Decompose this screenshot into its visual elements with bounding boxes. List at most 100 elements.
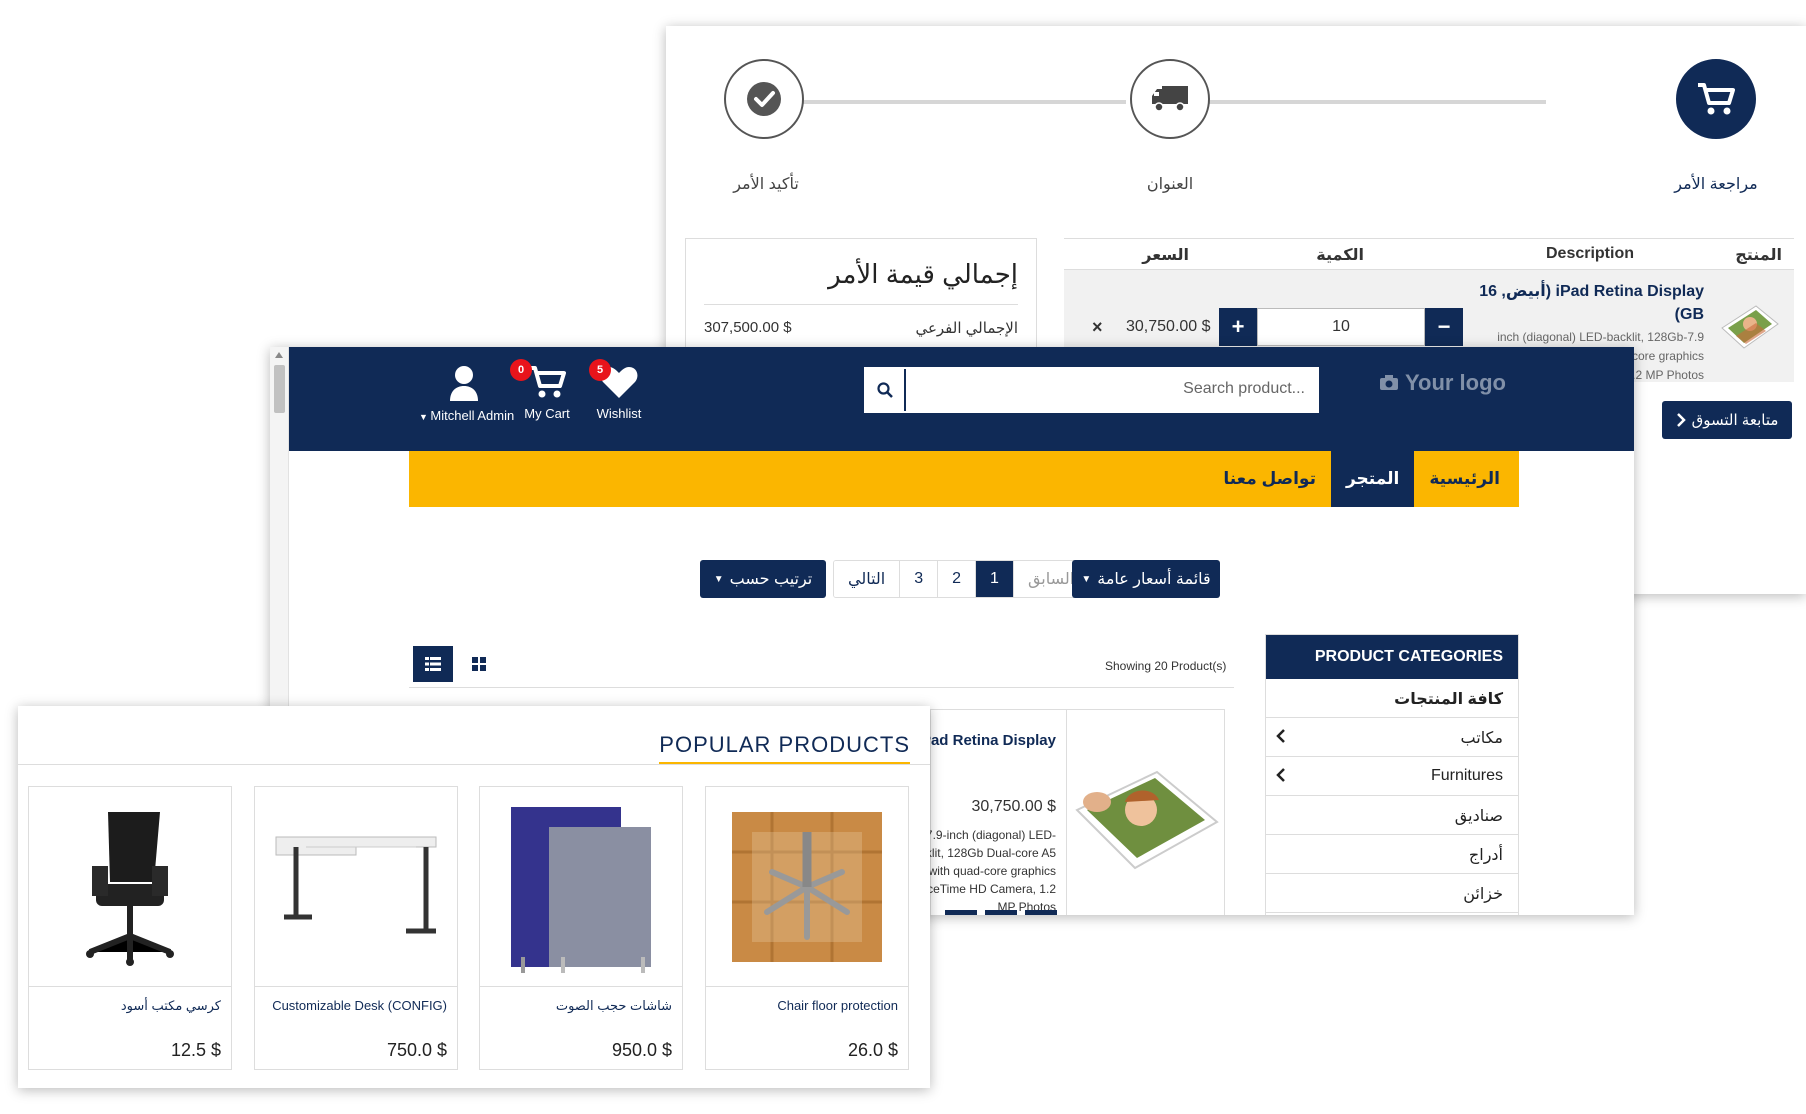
header-quantity: الكمية: [1316, 247, 1364, 264]
product-image[interactable]: [480, 787, 682, 987]
nav-shop[interactable]: المتجر: [1330, 451, 1415, 507]
remove-line-button[interactable]: ×: [1092, 317, 1103, 338]
step-address[interactable]: [1130, 59, 1210, 139]
pager-page-2[interactable]: 2: [937, 561, 976, 597]
popular-product-name[interactable]: Customizable Desk (CONFIG): [255, 987, 457, 1029]
product-card[interactable]: iPad Retina Display 30,750.00 $ 7.9-inch…: [907, 709, 1225, 915]
site-logo[interactable]: Your logo: [1379, 370, 1506, 396]
chevron-left-icon[interactable]: [1276, 767, 1286, 783]
category-item[interactable]: Furnitures: [1266, 757, 1518, 796]
pager-next[interactable]: التالي: [834, 561, 900, 597]
cart-icon: [529, 366, 566, 398]
pricelist-dropdown[interactable]: قائمة أسعار عامة ▼: [1072, 560, 1220, 598]
main-nav: الرئيسية المتجر تواصل معنا: [409, 451, 1519, 507]
wishlist-count-badge: 5: [589, 359, 611, 381]
scroll-up-arrow-icon[interactable]: [275, 352, 283, 358]
compare-button[interactable]: [945, 910, 977, 915]
step-address-label: العنوان: [1146, 176, 1194, 193]
cart-label: My Cart: [524, 406, 570, 421]
sort-by-dropdown[interactable]: ترتيب حسب ▼: [700, 560, 826, 598]
product-image[interactable]: [255, 787, 457, 987]
popular-products-title: POPULAR PRODUCTS: [659, 732, 910, 765]
step-review-label: مراجعة الأمر: [1674, 176, 1758, 193]
step-review[interactable]: [1676, 59, 1756, 139]
nav-contact[interactable]: تواصل معنا: [1208, 451, 1331, 507]
check-icon: [747, 82, 781, 116]
popular-product-name[interactable]: Chair floor protection: [706, 987, 908, 1029]
subtotal-label: الإجمالي الفرعي: [915, 320, 1018, 337]
pager-page-1[interactable]: 1: [975, 561, 1013, 597]
step-confirm-label: تأكيد الأمر: [733, 176, 799, 193]
product-thumbnail: [1716, 298, 1782, 354]
caret-down-icon: ▼: [713, 573, 724, 585]
wishlist-link[interactable]: 5 Wishlist: [589, 359, 649, 421]
popular-product-card[interactable]: Customizable Desk (CONFIG) 750.0 $: [254, 786, 458, 1070]
category-item[interactable]: أدراج: [1266, 835, 1518, 874]
search-bar: Search product...: [864, 367, 1319, 413]
category-item[interactable]: صناديق: [1266, 796, 1518, 835]
continue-shopping-button[interactable]: متابعة التسوق: [1662, 401, 1792, 439]
product-count: Showing 20 Product(s): [1105, 659, 1227, 673]
category-all[interactable]: كافة المنتجات: [1266, 679, 1518, 718]
caret-down-icon: ▼: [419, 412, 431, 422]
search-input[interactable]: Search product...: [906, 369, 1317, 411]
quantity-plus-button[interactable]: +: [1219, 308, 1257, 346]
cart-icon: [1698, 83, 1735, 115]
truck-icon: [1152, 86, 1188, 112]
pager-page-3[interactable]: 3: [899, 561, 938, 597]
search-button[interactable]: [866, 369, 906, 411]
scrollbar-thumb[interactable]: [274, 365, 285, 413]
camera-icon: [1379, 375, 1398, 390]
user-name: Mitchell Admin: [430, 408, 515, 423]
nav-home[interactable]: الرئيسية: [1414, 451, 1515, 507]
quantity-input[interactable]: 10: [1257, 308, 1425, 346]
add-to-cart-button[interactable]: [1025, 910, 1057, 915]
categories-title: PRODUCT CATEGORIES: [1266, 635, 1518, 679]
cart-line-price: 30,750.00 $: [1126, 318, 1211, 335]
category-item[interactable]: مكاتب: [1266, 718, 1518, 757]
grid-view-button[interactable]: [459, 646, 499, 682]
grid-icon: [472, 657, 486, 671]
category-item[interactable]: خزائن: [1266, 874, 1518, 913]
cart-product-name[interactable]: iPad Retina Display (أبيض, 16 GB): [1454, 280, 1704, 326]
product-price: 30,750.00 $: [971, 798, 1056, 815]
quantity-minus-button[interactable]: −: [1425, 308, 1463, 346]
popular-product-name[interactable]: كرسي مكتب أسود: [29, 987, 231, 1029]
popular-product-price: 12.5 $: [170, 1040, 221, 1060]
cart-link[interactable]: 0 My Cart: [510, 359, 578, 421]
user-icon: [450, 366, 478, 401]
chevron-left-icon[interactable]: [1276, 728, 1286, 744]
product-name[interactable]: iPad Retina Display: [917, 732, 1056, 749]
product-image[interactable]: [706, 787, 908, 987]
add-to-wishlist-button[interactable]: [985, 910, 1017, 915]
subtotal-value: 307,500.00 $: [704, 319, 792, 336]
step-confirm[interactable]: [724, 59, 804, 139]
user-menu[interactable]: ▼ Mitchell Admin: [419, 365, 514, 423]
section-divider: [18, 764, 930, 765]
site-logo-text: Your logo: [1404, 370, 1506, 395]
header-description: Description: [1545, 245, 1634, 262]
popular-product-card[interactable]: كرسي مكتب أسود 12.5 $: [28, 786, 232, 1070]
cart-table-header: المنتج Description الكمية السعر: [1064, 238, 1794, 270]
category-label: Furnitures: [1430, 767, 1503, 784]
popular-product-card[interactable]: شاشات حجب الصوت 950.0 $: [479, 786, 683, 1070]
popular-product-name[interactable]: شاشات حجب الصوت: [480, 987, 682, 1029]
quantity-stepper: + 10 −: [1219, 308, 1463, 346]
search-icon: [877, 382, 893, 398]
popular-product-price: 26.0 $: [847, 1040, 898, 1060]
toolbar-divider: [409, 687, 1234, 688]
product-categories: PRODUCT CATEGORIES كافة المنتجات مكاتب F…: [1265, 634, 1519, 915]
wishlist-label: Wishlist: [596, 406, 642, 421]
pricelist-label: قائمة أسعار عامة: [1097, 571, 1211, 588]
continue-shopping-label: متابعة التسوق: [1691, 412, 1779, 429]
order-summary-title: إجمالي قيمة الأمر: [704, 239, 1018, 305]
user-label: ▼ Mitchell Admin: [419, 408, 514, 423]
product-image[interactable]: [29, 787, 231, 987]
site-header: Your logo Search product... 5 Wishlist 0…: [289, 347, 1634, 451]
step-connector: [786, 100, 1126, 104]
sort-by-label: ترتيب حسب: [729, 571, 813, 588]
popular-product-card[interactable]: Chair floor protection 26.0 $: [705, 786, 909, 1070]
product-image[interactable]: [1066, 710, 1224, 915]
caret-down-icon: ▼: [1081, 573, 1092, 585]
list-view-button[interactable]: [413, 646, 453, 682]
